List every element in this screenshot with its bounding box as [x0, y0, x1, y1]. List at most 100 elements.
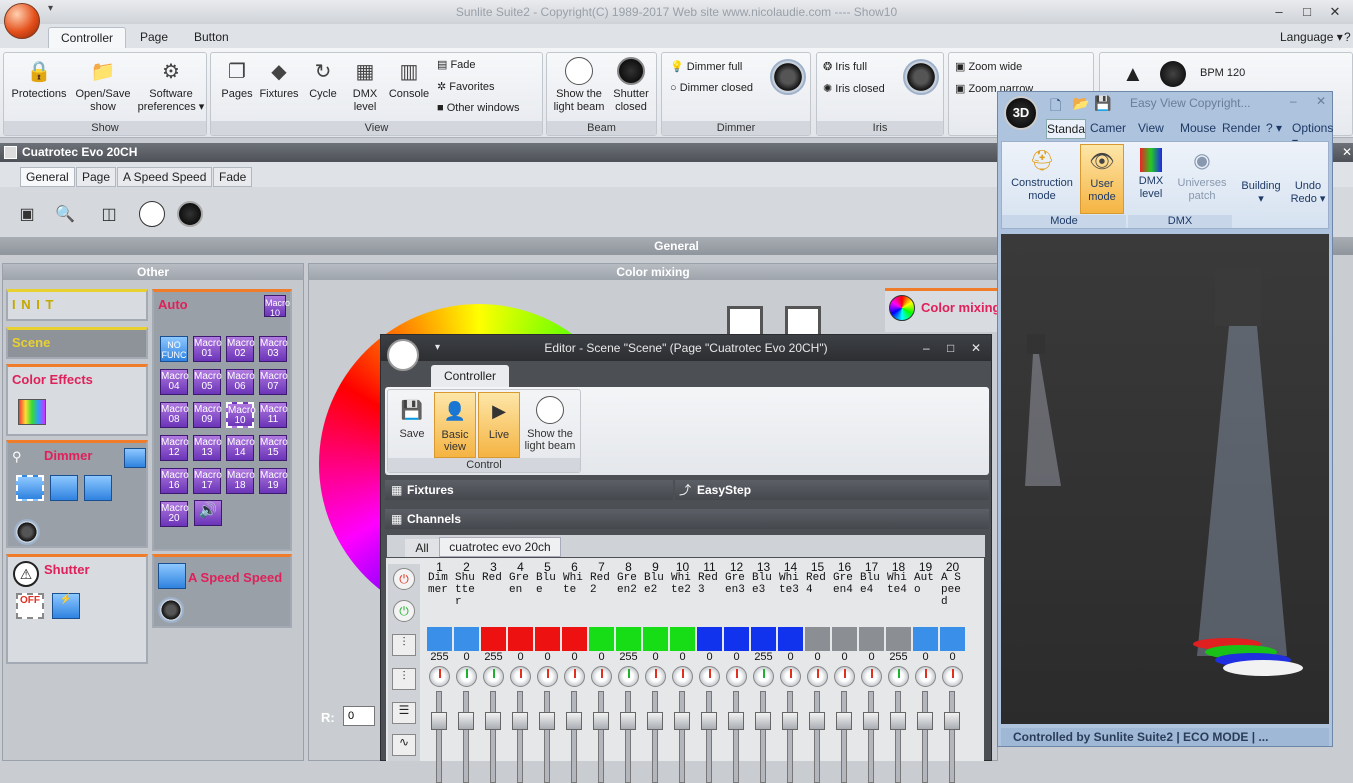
3d-dmx-level-button[interactable]: DMX level	[1130, 148, 1172, 201]
channel-toggle-icon[interactable]	[591, 666, 612, 687]
rainbow-effect-icon[interactable]	[18, 399, 46, 425]
r-input[interactable]	[343, 706, 375, 726]
easystep-section[interactable]: ⤴ EasyStep	[675, 480, 989, 500]
channel-toggle-icon[interactable]	[429, 666, 450, 687]
channel-color-swatch[interactable]	[832, 627, 857, 651]
editor-minimize-button[interactable]: –	[923, 335, 930, 361]
channel-fader-handle[interactable]	[512, 712, 528, 730]
channel-fader-track[interactable]	[544, 691, 550, 783]
color-effects-card[interactable]: Color Effects	[6, 364, 148, 436]
channel-toggle-icon[interactable]	[618, 666, 639, 687]
macro-14-button[interactable]: Macro 14	[226, 435, 255, 461]
channel-fader-handle[interactable]	[458, 712, 474, 730]
channel-fader-track[interactable]	[598, 691, 604, 783]
color-faders-icon[interactable]: ⫶	[392, 668, 416, 690]
macro-16-button[interactable]: Macro 16	[160, 468, 189, 494]
channel-color-swatch[interactable]	[454, 627, 479, 651]
channel-fader-track[interactable]	[463, 691, 469, 783]
channel-fader-track[interactable]	[949, 691, 955, 783]
channel-fader-handle[interactable]	[485, 712, 501, 730]
channel-fader-handle[interactable]	[755, 712, 771, 730]
protections-button[interactable]: 🔒 Protections	[8, 59, 70, 101]
channel-fader-track[interactable]	[895, 691, 901, 783]
pages-button[interactable]: ❐ Pages	[215, 59, 259, 101]
dimmer-card[interactable]: Dimmer ⚲	[6, 440, 148, 548]
channel-color-swatch[interactable]	[427, 627, 452, 651]
channel-fader-handle[interactable]	[593, 712, 609, 730]
save-icon[interactable]: 💾	[1094, 95, 1111, 112]
editor-save-button[interactable]: 💾 Save	[392, 396, 432, 440]
channel-color-swatch[interactable]	[535, 627, 560, 651]
editor-app-icon[interactable]	[387, 339, 419, 371]
shutter-card[interactable]: Shutter ⚠ OFF ⚡	[6, 554, 148, 664]
init-card[interactable]: I N I T	[6, 289, 148, 321]
language-menu[interactable]: Language ▾	[1280, 30, 1343, 44]
dimmer-knob[interactable]	[770, 59, 806, 95]
3d-tab-view[interactable]: View	[1138, 121, 1164, 135]
open-folder-icon[interactable]: 📂	[1072, 95, 1089, 112]
channel-fader-track[interactable]	[760, 691, 766, 783]
channel-toggle-icon[interactable]	[537, 666, 558, 687]
dimmer-full-button[interactable]: 💡 Dimmer full	[670, 60, 742, 73]
metronome-icon[interactable]: ▲	[1122, 61, 1144, 87]
macro-19-button[interactable]: Macro 19	[259, 468, 288, 494]
3d-tab-render[interactable]: Render	[1222, 121, 1260, 135]
editor-show-beam-button[interactable]: Show the light beam	[522, 396, 578, 452]
channel-fader-track[interactable]	[868, 691, 874, 783]
channel-color-swatch[interactable]	[481, 627, 506, 651]
tab-page[interactable]: Page	[128, 27, 180, 48]
editor-live-button[interactable]: ▶ Live	[478, 392, 520, 458]
dimmer-card-knob[interactable]	[14, 519, 40, 545]
iris-closed-button[interactable]: ✺ Iris closed	[823, 82, 885, 95]
all-off-icon[interactable]: ⏻	[393, 568, 415, 590]
show-light-beam-button[interactable]: Show the light beam	[551, 57, 607, 114]
channel-fader-handle[interactable]	[863, 712, 879, 730]
channel-toggle-icon[interactable]	[753, 666, 774, 687]
editor-chevron-icon[interactable]: ▾	[435, 335, 440, 361]
iris-full-button[interactable]: ❂ Iris full	[823, 60, 867, 73]
macro-04-button[interactable]: Macro 04	[160, 369, 189, 395]
close-button[interactable]: ✕	[1324, 2, 1346, 22]
tab-controller[interactable]: Controller	[48, 27, 127, 48]
shutter-off-preset[interactable]: OFF	[16, 593, 44, 619]
channel-fader-track[interactable]	[436, 691, 442, 783]
dmx-level-button[interactable]: ▦ DMX level	[345, 59, 385, 114]
layout-icon[interactable]: ◫	[96, 201, 122, 227]
shutter-closed-button[interactable]: Shutter closed	[605, 57, 657, 114]
open-save-button[interactable]: 📁 Open/Save show	[70, 59, 136, 114]
3d-app-icon[interactable]: 3D	[1004, 96, 1038, 130]
macro-12-button[interactable]: Macro 12	[160, 435, 189, 461]
channel-toggle-icon[interactable]	[672, 666, 693, 687]
channel-fader-track[interactable]	[625, 691, 631, 783]
channel-color-swatch[interactable]	[778, 627, 803, 651]
channel-tab-all[interactable]: All	[405, 539, 439, 557]
new-file-icon[interactable]: 🗋	[1050, 95, 1061, 119]
channel-color-swatch[interactable]	[886, 627, 911, 651]
3d-close-button[interactable]: ✕	[1316, 94, 1326, 108]
channel-color-swatch[interactable]	[913, 627, 938, 651]
console-button[interactable]: ▥ Console	[385, 59, 433, 101]
editor-tab-controller[interactable]: Controller	[431, 365, 509, 387]
channel-fader-track[interactable]	[841, 691, 847, 783]
macro-15-button[interactable]: Macro 15	[259, 435, 288, 461]
3d-tab-help[interactable]: ? ▾	[1266, 121, 1282, 135]
dimmer-preset-3[interactable]	[84, 475, 112, 501]
channel-fader-handle[interactable]	[917, 712, 933, 730]
macro-08-button[interactable]: Macro 08	[160, 402, 189, 428]
cycle-button[interactable]: ↻ Cycle	[301, 59, 345, 101]
channel-fader-handle[interactable]	[782, 712, 798, 730]
channel-fader-track[interactable]	[922, 691, 928, 783]
channel-fader-track[interactable]	[490, 691, 496, 783]
channel-fader-track[interactable]	[679, 691, 685, 783]
channel-fader-handle[interactable]	[566, 712, 582, 730]
channel-fader-track[interactable]	[814, 691, 820, 783]
subtab-fade[interactable]: Fade	[213, 167, 253, 187]
fixtures-section[interactable]: ▦ Fixtures	[385, 480, 673, 500]
tab-button[interactable]: Button	[182, 27, 241, 48]
channel-color-swatch[interactable]	[589, 627, 614, 651]
no-func-button[interactable]: NO FUNC	[160, 336, 188, 362]
faders-icon[interactable]: ⫶	[392, 634, 416, 656]
favorites-button[interactable]: ✲ Favorites	[437, 80, 495, 93]
macro-10-button[interactable]: Macro 10	[226, 402, 256, 428]
window-icon[interactable]: ▣	[14, 201, 40, 227]
